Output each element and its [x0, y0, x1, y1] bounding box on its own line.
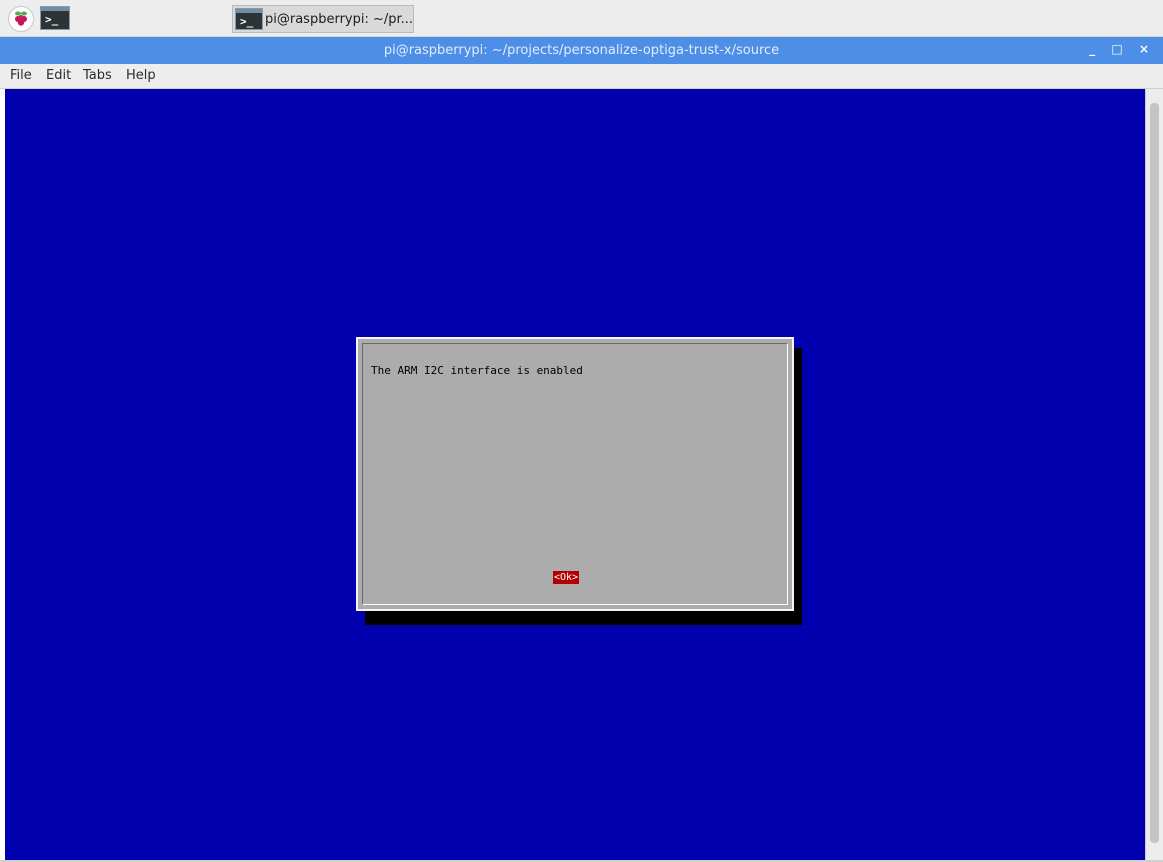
taskbar-window-label: pi@raspberrypi: ~/pr...	[265, 12, 414, 27]
menu-help[interactable]: Help	[126, 68, 156, 83]
ok-button[interactable]: <Ok>	[553, 571, 580, 584]
taskbar-window-button[interactable]: >_ pi@raspberrypi: ~/pr...	[232, 5, 414, 33]
window-controls: _ □ ×	[1077, 42, 1149, 56]
vertical-scrollbar[interactable]	[1145, 89, 1163, 860]
raspberry-pi-menu-button[interactable]	[8, 6, 34, 32]
terminal-icon: >_	[40, 6, 70, 30]
terminal-launcher-button[interactable]: >_	[40, 6, 72, 32]
menubar: File Edit Tabs Help	[0, 64, 1163, 89]
menu-tabs[interactable]: Tabs	[83, 68, 112, 83]
close-button[interactable]: ×	[1139, 42, 1149, 56]
dialog-message: The ARM I2C interface is enabled	[371, 364, 583, 377]
dialog-frame	[362, 343, 788, 605]
taskbar: >_ >_ pi@raspberrypi: ~/pr...	[0, 0, 1163, 37]
menu-edit[interactable]: Edit	[46, 68, 71, 83]
scrollbar-thumb[interactable]	[1150, 103, 1159, 843]
maximize-button[interactable]: □	[1111, 42, 1122, 56]
menu-file[interactable]: File	[10, 68, 32, 83]
window-titlebar[interactable]: pi@raspberrypi: ~/projects/personalize-o…	[0, 37, 1163, 64]
message-dialog: The ARM I2C interface is enabled <Ok>	[356, 337, 794, 611]
raspberry-pi-icon	[15, 11, 27, 26]
window-title: pi@raspberrypi: ~/projects/personalize-o…	[383, 43, 780, 58]
terminal-icon: >_	[235, 8, 263, 30]
minimize-button[interactable]: _	[1089, 42, 1095, 56]
